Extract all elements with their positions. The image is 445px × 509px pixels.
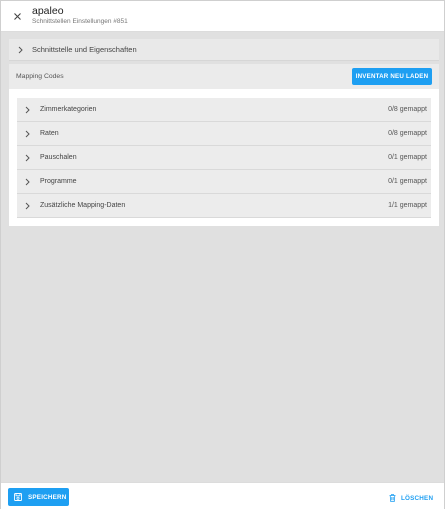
mapping-codes-header: Mapping Codes INVENTAR NEU LADEN [9, 64, 439, 89]
mapping-row-status: 1/1 gemappt [388, 202, 427, 209]
mapping-row-label: Raten [40, 130, 59, 137]
dialog-title: apaleo [32, 5, 64, 17]
trash-icon [389, 494, 396, 502]
mapping-codes-panel: Mapping Codes INVENTAR NEU LADEN Zimmerk… [9, 64, 439, 226]
mapping-row-raten[interactable]: Raten 0/8 gemappt [17, 122, 431, 146]
dialog-subtitle: Schnittstellen Einstellungen #851 [32, 18, 128, 25]
chevron-right-icon [25, 130, 30, 138]
chevron-right-icon [25, 178, 30, 186]
mapping-row-status: 0/1 gemappt [388, 154, 427, 161]
save-button-label: SPEICHERN [28, 493, 67, 501]
dialog-footer: SPEICHERN LÖSCHEN [1, 482, 444, 509]
mapping-codes-title: Mapping Codes [16, 73, 64, 80]
mapping-row-label: Pauschalen [40, 154, 77, 161]
delete-button-label: LÖSCHEN [401, 494, 434, 502]
mapping-row-additional-data[interactable]: Zusätzliche Mapping-Daten 1/1 gemappt [17, 194, 431, 218]
section-interface-properties[interactable]: Schnittstelle und Eigenschaften [9, 39, 439, 61]
mapping-row-programme[interactable]: Programme 0/1 gemappt [17, 170, 431, 194]
mapping-row-label: Programme [40, 178, 77, 185]
mapping-row-label: Zimmerkategorien [40, 106, 97, 113]
mapping-row-status: 0/1 gemappt [388, 178, 427, 185]
delete-button[interactable]: LÖSCHEN [389, 492, 433, 504]
save-button[interactable]: SPEICHERN [8, 488, 69, 506]
dialog-header: apaleo Schnittstellen Einstellungen #851 [1, 1, 444, 32]
chevron-right-icon [18, 46, 23, 54]
close-button[interactable] [11, 10, 24, 23]
mapping-row-zimmerkategorien[interactable]: Zimmerkategorien 0/8 gemappt [17, 98, 431, 122]
section-interface-label: Schnittstelle und Eigenschaften [32, 45, 137, 54]
chevron-right-icon [25, 202, 30, 210]
mapping-row-pauschalen[interactable]: Pauschalen 0/1 gemappt [17, 146, 431, 170]
floppy-disk-icon [14, 493, 22, 501]
mapping-row-label: Zusätzliche Mapping-Daten [40, 202, 126, 209]
chevron-right-icon [25, 154, 30, 162]
chevron-right-icon [25, 106, 30, 114]
dialog-window: apaleo Schnittstellen Einstellungen #851… [0, 0, 445, 509]
mapping-row-status: 0/8 gemappt [388, 130, 427, 137]
reload-inventory-button[interactable]: INVENTAR NEU LADEN [352, 68, 432, 85]
close-icon [14, 13, 21, 20]
mapping-list: Zimmerkategorien 0/8 gemappt Raten 0/8 g… [17, 98, 431, 218]
mapping-row-status: 0/8 gemappt [388, 106, 427, 113]
